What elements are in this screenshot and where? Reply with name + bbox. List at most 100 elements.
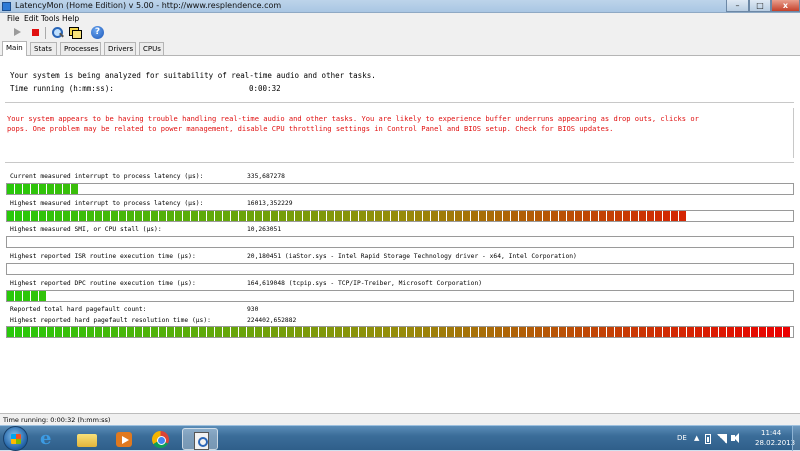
bar-segment xyxy=(439,211,446,221)
stop-icon[interactable] xyxy=(29,26,42,39)
title-bar[interactable]: LatencyMon (Home Edition) v 5.00 - http:… xyxy=(0,0,800,13)
bar-segment xyxy=(151,211,158,221)
bar-segment xyxy=(263,211,270,221)
network-icon[interactable] xyxy=(717,434,727,444)
bar-segment xyxy=(511,211,518,221)
bar-segment xyxy=(295,211,302,221)
show-desktop-button[interactable] xyxy=(792,426,800,451)
bar-segment xyxy=(423,211,430,221)
bar-segment xyxy=(271,211,278,221)
maximize-button[interactable]: □ xyxy=(749,0,771,12)
bar-segment xyxy=(599,211,606,221)
bar-segment xyxy=(127,327,134,337)
bar-segment xyxy=(527,211,534,221)
bar-segment xyxy=(399,211,406,221)
bar-segment xyxy=(175,327,182,337)
bar-segment xyxy=(223,327,230,337)
bar-segment xyxy=(375,211,382,221)
windows-icon[interactable] xyxy=(68,26,82,39)
bar-segment xyxy=(87,211,94,221)
tab-cpus[interactable]: CPUs xyxy=(139,42,164,55)
bar-segment xyxy=(367,327,374,337)
bar-segment xyxy=(215,327,222,337)
window-title: LatencyMon (Home Edition) v 5.00 - http:… xyxy=(15,1,282,10)
bar-segment xyxy=(687,327,694,337)
language-indicator[interactable]: DE xyxy=(677,434,687,442)
tab-drivers[interactable]: Drivers xyxy=(104,42,136,55)
play-icon[interactable] xyxy=(11,26,24,39)
bar-segment xyxy=(447,211,454,221)
tab-bar: Main Stats Processes Drivers CPUs xyxy=(0,41,800,56)
clock-date[interactable]: 28.02.2013 xyxy=(755,439,795,447)
bar-segment xyxy=(671,211,678,221)
bar-segment xyxy=(735,327,742,337)
taskbar-chrome-icon[interactable] xyxy=(142,428,178,450)
bar-segment xyxy=(263,327,270,337)
bar-segment xyxy=(23,184,30,194)
bar-segment xyxy=(183,211,190,221)
latency-bar-highest xyxy=(6,210,794,222)
menu-tools[interactable]: Tools xyxy=(41,14,59,23)
bar-segment xyxy=(31,211,38,221)
help-icon[interactable]: ? xyxy=(91,26,104,39)
bar-segment xyxy=(615,327,622,337)
bar-segment xyxy=(79,327,86,337)
bar-segment xyxy=(359,211,366,221)
bar-segment xyxy=(103,211,110,221)
menu-help[interactable]: Help xyxy=(62,14,79,23)
bar-segment xyxy=(655,211,662,221)
clock-time[interactable]: 11:44 xyxy=(761,429,781,437)
menu-edit[interactable]: Edit xyxy=(24,14,39,23)
volume-icon[interactable] xyxy=(731,433,739,443)
bar-segment xyxy=(303,211,310,221)
search-icon[interactable] xyxy=(51,26,64,39)
bar-segment xyxy=(39,184,46,194)
bar-segment xyxy=(15,211,22,221)
bar-segment xyxy=(71,327,78,337)
bar-segment xyxy=(15,184,22,194)
tab-processes[interactable]: Processes xyxy=(60,42,101,55)
bar-segment xyxy=(391,327,398,337)
warning-line-2: pops. One problem may be related to powe… xyxy=(7,124,614,133)
metric-value-isr: 20,180451 (iaStor.sys - Intel Rapid Stor… xyxy=(247,253,577,260)
bar-segment xyxy=(559,211,566,221)
bar-segment xyxy=(231,211,238,221)
bar-segment xyxy=(135,327,142,337)
bar-segment xyxy=(415,211,422,221)
tab-main[interactable]: Main xyxy=(2,41,27,56)
bar-segment xyxy=(551,211,558,221)
bar-segment xyxy=(7,211,14,221)
bar-segment xyxy=(7,327,14,337)
tab-stats[interactable]: Stats xyxy=(30,42,57,55)
bar-segment xyxy=(31,184,38,194)
metric-label-current-latency: Current measured interrupt to process la… xyxy=(10,173,204,180)
close-button[interactable]: x xyxy=(771,0,800,12)
bar-segment xyxy=(487,211,494,221)
bar-segment xyxy=(775,327,782,337)
start-button[interactable] xyxy=(3,426,28,451)
bar-segment xyxy=(783,327,790,337)
taskbar-explorer-icon[interactable] xyxy=(69,428,105,450)
bar-segment xyxy=(343,211,350,221)
bar-segment xyxy=(631,211,638,221)
bar-segment xyxy=(751,327,758,337)
taskbar-latencymon-icon[interactable] xyxy=(182,428,218,450)
bar-segment xyxy=(47,327,54,337)
bar-segment xyxy=(247,211,254,221)
bar-segment xyxy=(639,211,646,221)
bar-segment xyxy=(167,327,174,337)
menu-file[interactable]: File xyxy=(7,14,20,23)
bar-segment xyxy=(7,291,14,301)
bar-segment xyxy=(143,211,150,221)
taskbar-media-player-icon[interactable] xyxy=(106,428,142,450)
bar-segment xyxy=(767,327,774,337)
status-bar-text: Time running: 0:00:32 (h:mm:ss) xyxy=(3,416,111,424)
bar-segment xyxy=(447,327,454,337)
status-bar: Time running: 0:00:32 (h:mm:ss) xyxy=(0,413,800,425)
minimize-button[interactable]: – xyxy=(726,0,749,12)
battery-icon[interactable] xyxy=(705,434,711,444)
tray-expand-icon[interactable]: ▲ xyxy=(694,434,699,442)
bar-segment xyxy=(95,327,102,337)
bar-segment xyxy=(727,327,734,337)
taskbar-internet-explorer-icon[interactable] xyxy=(31,428,67,450)
